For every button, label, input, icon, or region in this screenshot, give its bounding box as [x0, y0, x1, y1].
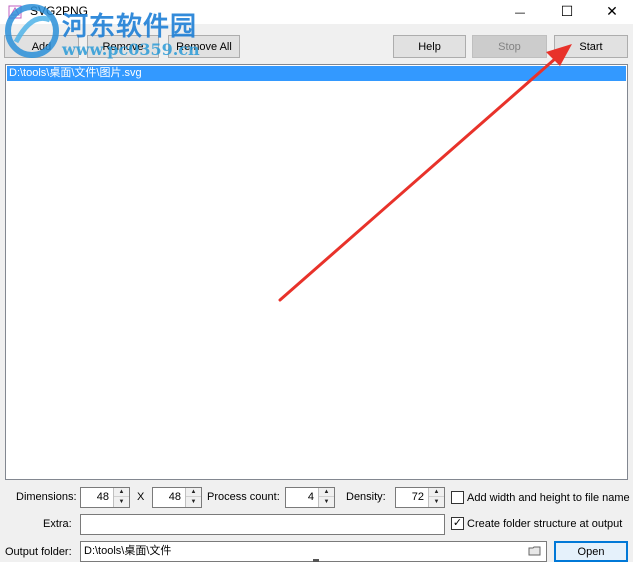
minimize-button[interactable]: — [497, 0, 543, 24]
help-button[interactable]: Help [393, 35, 466, 58]
folder-icon[interactable] [528, 545, 542, 557]
create-folder-checkbox[interactable]: ✓ [451, 517, 464, 530]
spin-up-icon[interactable]: ▲ [186, 488, 201, 497]
maximize-button[interactable]: ☐ [544, 0, 590, 24]
output-folder-label: Output folder: [5, 546, 72, 558]
spin-up-icon[interactable]: ▲ [319, 488, 334, 497]
add-wh-label: Add width and height to file name [467, 492, 630, 504]
add-wh-checkbox[interactable] [451, 491, 464, 504]
output-folder-value: D:\tools\桌面\文件 [84, 545, 172, 557]
density-value: 72 [411, 491, 424, 503]
spin-up-icon[interactable]: ▲ [114, 488, 129, 497]
help-button-label: Help [418, 40, 441, 53]
spin-down-icon[interactable]: ▼ [429, 497, 444, 506]
stop-button[interactable]: Stop [472, 35, 547, 58]
close-icon: ✕ [606, 4, 618, 20]
create-folder-label: Create folder structure at output [467, 518, 623, 530]
list-item[interactable]: D:\tools\桌面\文件\图片.svg [7, 66, 626, 81]
open-button[interactable]: Open [554, 541, 628, 562]
density-spinner[interactable]: 72 ▲ ▼ [395, 487, 445, 508]
height-spinner[interactable]: 48 ▲ ▼ [152, 487, 202, 508]
close-button[interactable]: ✕ [589, 0, 633, 24]
x-label: X [137, 491, 145, 503]
spin-down-icon[interactable]: ▼ [186, 497, 201, 506]
watermark-logo-icon [5, 4, 59, 58]
spin-up-icon[interactable]: ▲ [429, 488, 444, 497]
process-count-value: 4 [307, 491, 314, 503]
open-button-label: Open [577, 545, 605, 558]
minimize-icon: — [514, 5, 526, 19]
height-value: 48 [168, 491, 181, 503]
process-count-spinner[interactable]: 4 ▲ ▼ [285, 487, 335, 508]
file-list[interactable]: D:\tools\桌面\文件\图片.svg [5, 64, 628, 480]
stop-button-label: Stop [498, 40, 521, 53]
density-label: Density: [346, 491, 386, 503]
maximize-icon: ☐ [560, 4, 574, 20]
width-spinner[interactable]: 48 ▲ ▼ [80, 487, 130, 508]
spin-down-icon[interactable]: ▼ [114, 497, 129, 506]
extra-input[interactable] [80, 514, 445, 535]
start-button-label: Start [579, 40, 603, 53]
spin-down-icon[interactable]: ▼ [319, 497, 334, 506]
extra-label: Extra: [43, 518, 72, 530]
process-count-label: Process count: [207, 491, 280, 503]
start-button[interactable]: Start [554, 35, 628, 58]
watermark-text: 河东软件园 [62, 12, 198, 42]
dimensions-label: Dimensions: [16, 491, 77, 503]
width-value: 48 [96, 491, 109, 503]
watermark-url: www.pc0359.cn [62, 40, 200, 59]
checkmark-icon: ✓ [452, 517, 463, 529]
